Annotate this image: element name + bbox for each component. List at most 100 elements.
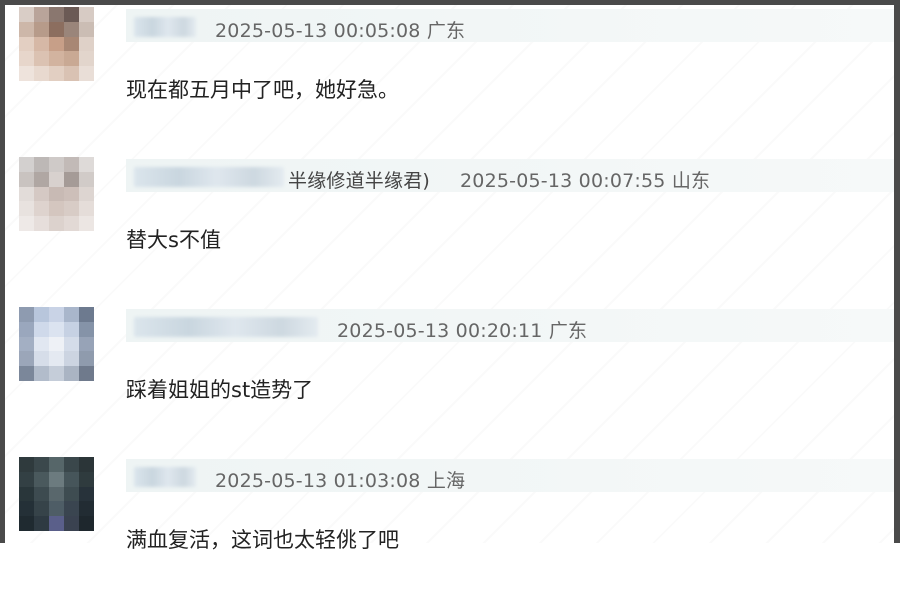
avatar-pixel <box>49 366 64 381</box>
comment-meta-bar: 半缘修道半缘君) 2025-05-13 00:07:55 山东 <box>126 159 894 192</box>
avatar-pixel <box>64 216 79 231</box>
avatar-pixel <box>79 36 94 52</box>
avatar-pixel <box>64 486 79 502</box>
comment-feed-frame: 2025-05-13 00:05:08 广东 现在都五月中了吧，她好急。 半缘修… <box>0 0 900 552</box>
avatar-pixel <box>64 351 79 367</box>
avatar-pixel <box>19 471 34 487</box>
avatar-pixel <box>79 321 94 337</box>
avatar-pixel <box>34 366 49 381</box>
avatar-pixel <box>79 486 94 502</box>
avatar-pixel <box>34 51 49 67</box>
username-blurred[interactable] <box>134 167 284 187</box>
avatar-pixel <box>64 186 79 202</box>
avatar-pixel <box>19 321 34 337</box>
avatar-pixel <box>64 516 79 531</box>
avatar-pixel <box>79 516 94 531</box>
avatar[interactable] <box>19 457 94 531</box>
comment-timestamp-location: 2025-05-13 00:20:11 广东 <box>337 320 588 342</box>
avatar-pixel <box>34 36 49 52</box>
avatar-mosaic <box>19 307 94 381</box>
username-suffix[interactable]: 半缘修道半缘君) <box>288 166 430 193</box>
avatar-pixel <box>64 36 79 52</box>
avatar-pixel <box>19 336 34 352</box>
avatar-pixel <box>19 486 34 502</box>
avatar-pixel <box>19 157 34 172</box>
comment-text: 替大s不值 <box>126 228 221 252</box>
comment-text: 满血复活，这词也太轻佻了吧 <box>126 528 399 552</box>
avatar-pixel <box>19 21 34 37</box>
avatar-pixel <box>64 457 79 472</box>
avatar-pixel <box>34 66 49 81</box>
avatar-pixel <box>49 157 64 172</box>
comment-text: 现在都五月中了吧，她好急。 <box>126 78 399 102</box>
comment-item: 2025-05-13 00:20:11 广东 踩着姐姐的st造势了 <box>5 307 894 459</box>
avatar-pixel <box>49 351 64 367</box>
avatar[interactable] <box>19 157 94 231</box>
avatar[interactable] <box>19 7 94 81</box>
avatar-pixel <box>19 457 34 472</box>
username-blurred[interactable] <box>134 317 318 337</box>
avatar-pixel <box>19 501 34 517</box>
avatar-pixel <box>79 501 94 517</box>
avatar-pixel <box>49 457 64 472</box>
avatar-pixel <box>19 171 34 187</box>
avatar-pixel <box>34 471 49 487</box>
avatar-pixel <box>49 51 64 67</box>
avatar-pixel <box>79 307 94 322</box>
comment-meta-bar: 2025-05-13 00:20:11 广东 <box>126 309 894 342</box>
avatar[interactable] <box>19 307 94 381</box>
avatar-pixel <box>34 216 49 231</box>
avatar-pixel <box>34 171 49 187</box>
avatar-pixel <box>64 157 79 172</box>
avatar-pixel <box>49 36 64 52</box>
avatar-pixel <box>49 186 64 202</box>
avatar-pixel <box>49 321 64 337</box>
avatar-pixel <box>34 336 49 352</box>
avatar-pixel <box>49 21 64 37</box>
avatar-pixel <box>79 336 94 352</box>
avatar-pixel <box>49 201 64 217</box>
avatar-pixel <box>64 321 79 337</box>
username-blurred[interactable] <box>134 467 196 487</box>
avatar-pixel <box>64 366 79 381</box>
avatar-pixel <box>64 336 79 352</box>
avatar-pixel <box>49 216 64 231</box>
avatar-pixel <box>34 186 49 202</box>
avatar-pixel <box>19 216 34 231</box>
avatar-pixel <box>49 171 64 187</box>
avatar-pixel <box>64 7 79 22</box>
avatar-pixel <box>34 201 49 217</box>
comment-meta-bar: 2025-05-13 01:03:08 上海 <box>126 459 894 492</box>
avatar-pixel <box>64 501 79 517</box>
avatar-pixel <box>19 307 34 322</box>
avatar-pixel <box>49 486 64 502</box>
avatar-pixel <box>79 66 94 81</box>
avatar-pixel <box>49 501 64 517</box>
comment-item: 2025-05-13 01:03:08 上海 满血复活，这词也太轻佻了吧 <box>5 457 894 609</box>
avatar-pixel <box>79 457 94 472</box>
avatar-pixel <box>64 307 79 322</box>
avatar-mosaic <box>19 157 94 231</box>
comment-item: 2025-05-13 00:05:08 广东 现在都五月中了吧，她好急。 <box>5 7 894 159</box>
avatar-pixel <box>49 7 64 22</box>
comment-timestamp-location: 2025-05-13 01:03:08 上海 <box>215 470 466 492</box>
avatar-pixel <box>79 7 94 22</box>
avatar-pixel <box>49 307 64 322</box>
avatar-pixel <box>79 201 94 217</box>
username-blurred[interactable] <box>134 17 196 37</box>
avatar-pixel <box>64 201 79 217</box>
avatar-pixel <box>64 51 79 67</box>
avatar-pixel <box>64 171 79 187</box>
avatar-pixel <box>34 7 49 22</box>
avatar-pixel <box>19 366 34 381</box>
comment-item: 半缘修道半缘君) 2025-05-13 00:07:55 山东 替大s不值 <box>5 157 894 309</box>
avatar-pixel <box>19 351 34 367</box>
avatar-pixel <box>49 516 64 531</box>
avatar-pixel <box>64 471 79 487</box>
avatar-pixel <box>34 157 49 172</box>
avatar-pixel <box>34 321 49 337</box>
avatar-pixel <box>34 501 49 517</box>
avatar-pixel <box>34 457 49 472</box>
avatar-mosaic <box>19 7 94 81</box>
avatar-pixel <box>19 66 34 81</box>
